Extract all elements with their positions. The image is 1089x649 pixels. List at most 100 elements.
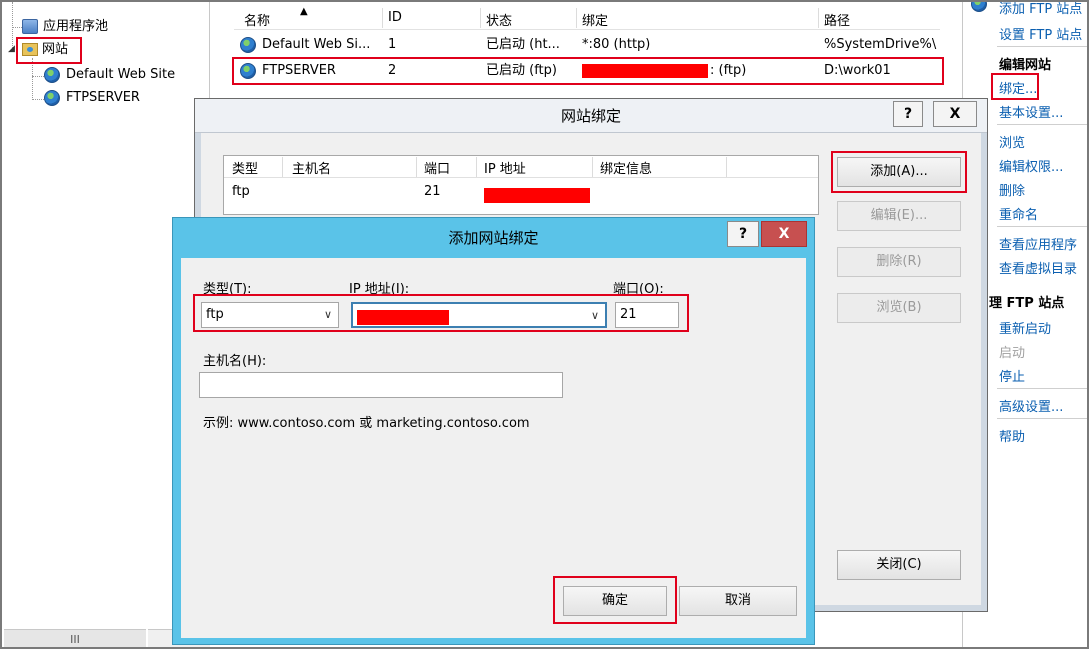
scroll-grip: III [70, 633, 80, 646]
binding-suffix: : (ftp) [710, 63, 747, 78]
port-value: 21 [620, 307, 637, 322]
action-bindings[interactable]: 绑定... [999, 78, 1037, 97]
column-header-path[interactable]: 路径 [824, 10, 850, 29]
edit-binding-button[interactable]: 编辑(E)... [837, 201, 961, 231]
tree-connector [32, 99, 44, 100]
button-label: 确定 [601, 593, 628, 608]
action-view-applications[interactable]: 查看应用程序 [999, 234, 1077, 253]
redacted-ip [357, 309, 449, 325]
globe-icon [971, 2, 987, 12]
action-help[interactable]: 帮助 [999, 426, 1025, 445]
site-row-default[interactable]: Default Web Si... 1 已启动 (ht... *:80 (htt… [234, 33, 940, 57]
close-icon: X [778, 226, 790, 242]
action-stop[interactable]: 停止 [999, 366, 1025, 385]
row-status: 已启动 (ht... [486, 37, 560, 52]
column-divider [282, 157, 283, 177]
ok-button[interactable]: 确定 [563, 586, 667, 616]
bindings-list-header: 类型 主机名 端口 IP 地址 绑定信息 [224, 156, 818, 178]
divider [997, 226, 1087, 227]
dialog-title: 网站绑定 [560, 107, 621, 125]
column-header-type[interactable]: 类型 [232, 158, 258, 177]
tree-item-sites[interactable]: 网站 [22, 39, 68, 61]
type-value: ftp [206, 307, 224, 322]
column-header-status[interactable]: 状态 [486, 10, 512, 29]
hostname-input[interactable] [199, 372, 563, 398]
horizontal-scrollbar[interactable]: III [4, 629, 146, 647]
type-select[interactable]: ftp ∨ [201, 302, 339, 328]
binding-row[interactable]: ftp 21 [224, 180, 818, 203]
action-add-ftp-site[interactable]: 添加 FTP 站点 [999, 2, 1082, 17]
row-id: 1 [388, 37, 397, 52]
column-header-binding[interactable]: 绑定 [582, 10, 608, 29]
action-rename[interactable]: 重命名 [999, 204, 1038, 223]
remove-binding-button[interactable]: 删除(R) [837, 247, 961, 277]
dialog-title: 添加网站绑定 [448, 229, 539, 247]
tree-connector [32, 58, 33, 100]
column-header-host[interactable]: 主机名 [292, 158, 331, 177]
globe-icon [240, 36, 256, 53]
close-dialog-button[interactable]: 关闭(C) [837, 550, 961, 580]
redacted-ip [484, 188, 590, 203]
column-header-binding-info[interactable]: 绑定信息 [600, 158, 652, 177]
action-restart[interactable]: 重新启动 [999, 318, 1051, 337]
port-label: 端口(O): [613, 282, 664, 297]
tree-item-label: 应用程序池 [43, 19, 109, 34]
column-header-ip[interactable]: IP 地址 [484, 158, 526, 177]
row-name: Default Web Si... [262, 37, 371, 52]
button-label: 删除(R) [876, 254, 922, 269]
column-header-port[interactable]: 端口 [424, 158, 450, 177]
action-advanced-settings[interactable]: 高级设置... [999, 396, 1063, 415]
row-path: %SystemDrive%\ [824, 37, 937, 52]
help-button[interactable]: ? [893, 101, 923, 127]
ip-address-select[interactable]: ∨ [351, 302, 607, 328]
column-divider [592, 157, 593, 177]
action-set-ftp-site[interactable]: 设置 FTP 站点 [999, 24, 1082, 43]
column-divider [476, 157, 477, 177]
action-view-virtual-dirs[interactable]: 查看虚拟目录 [999, 258, 1077, 277]
tree-item-default-web-site[interactable]: Default Web Site [44, 64, 175, 86]
close-button[interactable]: X [933, 101, 977, 127]
column-divider [726, 157, 727, 177]
column-header-name[interactable]: 名称 [244, 10, 270, 29]
action-basic-settings[interactable]: 基本设置... [999, 102, 1063, 121]
binding-type: ftp [232, 184, 250, 199]
tree-item-label: Default Web Site [66, 67, 176, 82]
row-name-cell: Default Web Si... [240, 33, 370, 57]
column-header-id[interactable]: ID [388, 10, 402, 25]
type-label: 类型(T): [203, 278, 251, 297]
button-label: 编辑(E)... [870, 208, 928, 223]
tree-item-label: 网站 [42, 42, 69, 57]
hostname-label: 主机名(H): [203, 354, 267, 369]
chevron-down-icon: ∨ [590, 309, 599, 322]
help-icon: ? [903, 106, 913, 122]
tree-connector [12, 27, 22, 28]
tree-item-ftpserver[interactable]: FTPSERVER [44, 87, 140, 109]
button-label: 关闭(C) [876, 557, 922, 572]
collapse-arrow-icon[interactable]: ◢ [8, 38, 15, 60]
help-button[interactable]: ? [727, 221, 759, 247]
globe-icon [44, 66, 60, 83]
row-name: FTPSERVER [262, 63, 336, 78]
action-start[interactable]: 启动 [999, 342, 1025, 361]
port-input[interactable]: 21 [615, 302, 679, 328]
tree-item-app-pools[interactable]: 应用程序池 [22, 16, 108, 38]
sites-folder-icon [22, 43, 38, 56]
row-id: 2 [388, 63, 397, 78]
sort-ascending-icon: ▲ [300, 6, 308, 17]
site-row-ftpserver[interactable]: FTPSERVER 2 已启动 (ftp) : (ftp) D:\work01 [234, 59, 940, 83]
action-edit-permissions[interactable]: 编辑权限... [999, 156, 1063, 175]
action-delete[interactable]: 删除 [999, 180, 1025, 199]
divider [997, 418, 1087, 419]
tree-connector [32, 76, 44, 77]
action-browse[interactable]: 浏览 [999, 132, 1025, 151]
bindings-list: 类型 主机名 端口 IP 地址 绑定信息 ftp 21 [223, 155, 819, 215]
globe-icon [44, 89, 60, 106]
browse-binding-button[interactable]: 浏览(B) [837, 293, 961, 323]
cancel-button[interactable]: 取消 [679, 586, 797, 616]
close-button[interactable]: X [761, 221, 807, 247]
add-binding-button[interactable]: 添加(A)... [837, 157, 961, 187]
button-label: 取消 [724, 593, 751, 608]
column-divider [480, 8, 481, 28]
close-icon: X [949, 106, 961, 122]
binding-port: 21 [424, 184, 441, 199]
